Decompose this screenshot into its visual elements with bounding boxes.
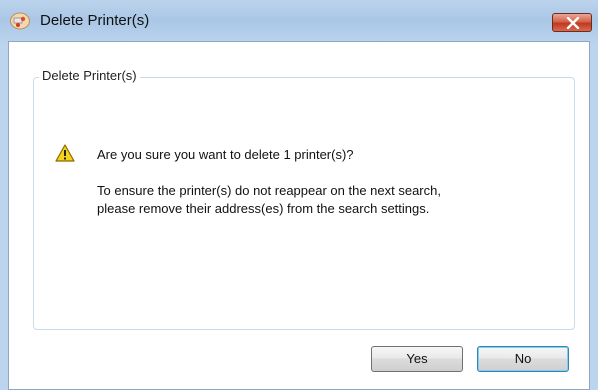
close-icon (566, 17, 580, 29)
info-line-2: please remove their address(es) from the… (97, 201, 430, 216)
confirmation-question: Are you sure you want to delete 1 printe… (97, 147, 354, 162)
yes-button[interactable]: Yes (371, 346, 463, 372)
window-title: Delete Printer(s) (40, 12, 150, 29)
printers-icon (9, 11, 31, 31)
group-label: Delete Printer(s) (39, 68, 140, 83)
dialog-window: Delete Printer(s) Delete Printer(s) Are … (0, 0, 598, 390)
info-line-1: To ensure the printer(s) do not reappear… (97, 183, 441, 198)
warning-icon (55, 144, 75, 162)
delete-printers-group: Delete Printer(s) Are you sure you want … (33, 68, 575, 330)
dialog-body: Delete Printer(s) Are you sure you want … (8, 41, 590, 390)
no-button[interactable]: No (477, 346, 569, 372)
close-button[interactable] (552, 13, 592, 32)
title-bar[interactable]: Delete Printer(s) (0, 0, 598, 42)
info-text: To ensure the printer(s) do not reappear… (97, 182, 441, 218)
